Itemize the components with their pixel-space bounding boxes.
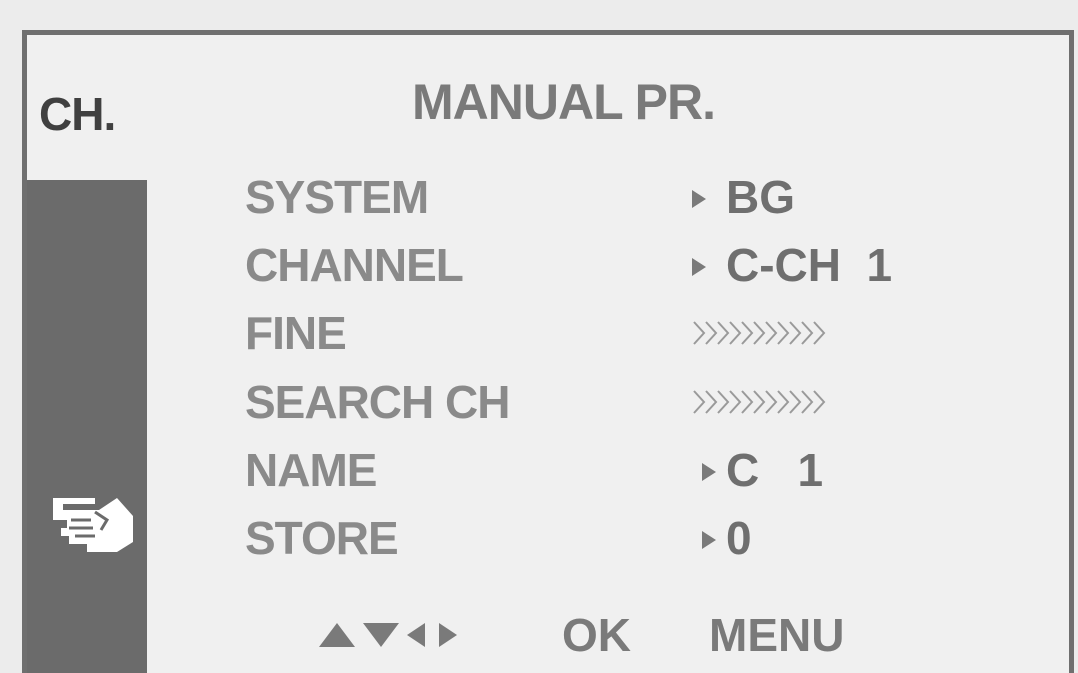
fine-adjust-bar[interactable] [692,303,834,363]
ok-button[interactable]: OK [562,607,631,663]
row-label: STORE [245,512,399,564]
triangle-right-icon [692,190,706,208]
chevron-track-icon [693,390,826,414]
row-value[interactable]: BG [692,167,795,227]
menu-row-fine[interactable]: FINE [27,303,1069,363]
menu-footer: OK MENU [27,607,1069,663]
menu-row-system[interactable]: SYSTEM BG [27,167,1069,227]
row-label: SEARCH CH [245,376,510,428]
menu-row-channel[interactable]: CHANNEL C-CH 1 [27,235,1069,295]
menu-button[interactable]: MENU [709,607,844,663]
menu-row-name[interactable]: NAME C 1 [27,440,1069,500]
row-label: NAME [245,444,377,496]
row-value[interactable]: C 1 [702,440,823,500]
triangle-right-icon [702,463,716,481]
row-label: CHANNEL [245,239,464,291]
up-down-left-right-arrows-icon [319,623,457,647]
tab-channel[interactable]: CH. [39,87,116,141]
row-value[interactable]: C-CH 1 [692,235,892,295]
menu-row-search-ch[interactable]: SEARCH CH [27,372,1069,432]
menu-title: MANUAL PR. [412,74,716,130]
menu-row-store[interactable]: STORE 0 [27,508,1069,568]
row-label: FINE [245,307,347,359]
search-adjust-bar[interactable] [692,372,834,432]
triangle-right-icon [692,258,706,276]
row-value[interactable]: 0 [702,508,752,568]
osd-menu-screen: CH. MANUAL PR. SYSTEM BG CHANNEL C-CH 1 … [22,30,1074,673]
triangle-right-icon [702,531,716,549]
row-label: SYSTEM [245,171,429,223]
chevron-track-icon [693,321,826,345]
